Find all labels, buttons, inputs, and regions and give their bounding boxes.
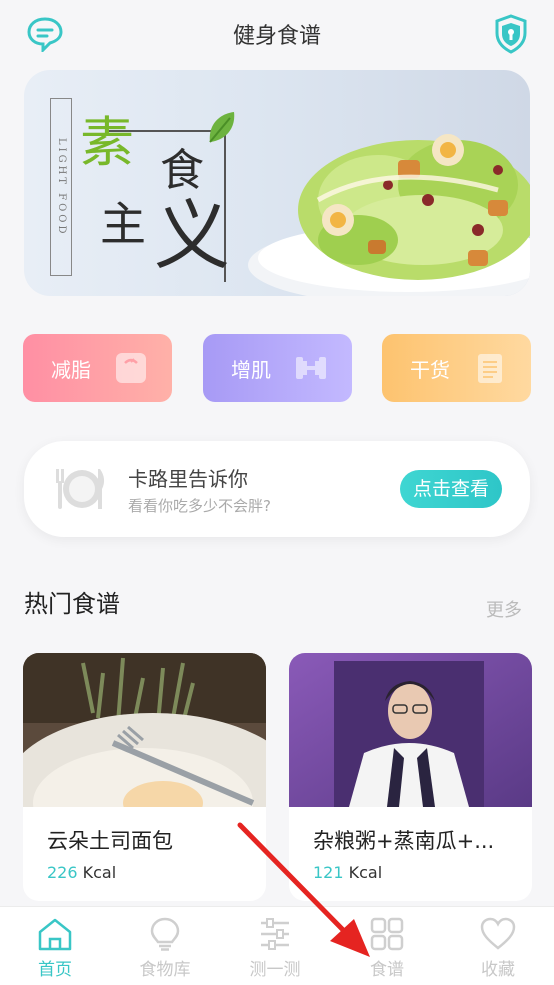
recipe-kcal: 226 Kcal xyxy=(47,863,116,882)
kcal-unit: Kcal xyxy=(82,863,117,882)
nav-item-test[interactable]: 测一测 xyxy=(220,907,330,985)
banner-char-3: 主 xyxy=(100,197,146,251)
calorie-card-title: 卡路里告诉你 xyxy=(128,467,248,491)
home-icon xyxy=(38,918,72,951)
recipe-name: 云朵土司面包 xyxy=(47,829,173,853)
banner-char-4: 义 xyxy=(154,191,230,280)
notepad-icon xyxy=(478,354,502,383)
recipe-name: 杂粮粥+蒸南瓜+... xyxy=(313,829,495,853)
recipe-image xyxy=(23,653,266,807)
shield-icon[interactable] xyxy=(494,14,528,54)
nav-item-recipes[interactable]: 食谱 xyxy=(332,907,442,985)
app-header: 健身食谱 xyxy=(0,0,554,70)
nav-label: 首页 xyxy=(38,960,72,980)
nav-label: 收藏 xyxy=(481,960,515,980)
section-title: 热门食谱 xyxy=(24,590,120,618)
plate-cutlery-icon xyxy=(56,469,105,509)
recipe-image xyxy=(289,653,532,807)
banner-char-1: 素 xyxy=(80,111,134,174)
heart-icon xyxy=(480,917,516,950)
dumbbell-icon xyxy=(296,357,326,379)
category-muscle-button[interactable]: 增肌 xyxy=(203,334,352,402)
page-title: 健身食谱 xyxy=(232,24,321,49)
category-fat-loss-button[interactable]: 减脂 xyxy=(23,334,172,402)
recipe-card[interactable]: 云朵土司面包 226 Kcal xyxy=(23,653,266,901)
calorie-card-subtitle: 看看你吃多少不会胖? xyxy=(128,497,271,515)
kcal-unit: Kcal xyxy=(348,863,383,882)
banner-vertical-text: LIGHT FOOD xyxy=(56,137,67,237)
nav-label: 测一测 xyxy=(249,960,301,980)
view-calorie-button[interactable]: 点击查看 xyxy=(400,470,502,508)
nav-item-home[interactable]: 首页 xyxy=(0,907,110,985)
banner-vertical-frame: LIGHT FOOD xyxy=(50,98,72,276)
kcal-value: 226 xyxy=(47,863,78,882)
sliders-icon xyxy=(261,918,289,950)
grid-icon xyxy=(370,917,404,951)
nav-label: 食谱 xyxy=(370,960,404,980)
nav-label: 食物库 xyxy=(139,960,191,980)
salad-image xyxy=(248,134,530,296)
calorie-card[interactable]: 卡路里告诉你 看看你吃多少不会胖? 点击查看 xyxy=(24,441,530,537)
nav-item-favorites[interactable]: 收藏 xyxy=(443,907,553,985)
recipe-card[interactable]: 杂粮粥+蒸南瓜+... 121 Kcal xyxy=(289,653,532,901)
category-label: 增肌 xyxy=(231,357,271,382)
leaf-icon xyxy=(209,112,235,143)
lightbulb-icon xyxy=(150,917,180,951)
category-label: 减脂 xyxy=(51,357,91,382)
hero-banner[interactable]: LIGHT FOOD 素 食 主 义 xyxy=(24,70,530,296)
category-tips-button[interactable]: 干货 xyxy=(382,334,531,402)
more-link[interactable]: 更多 xyxy=(486,596,522,622)
bottom-nav: 首页 食物库 测一测 食谱 收藏 xyxy=(0,906,554,985)
nav-item-food-library[interactable]: 食物库 xyxy=(110,907,220,985)
kcal-value: 121 xyxy=(313,863,344,882)
recipe-kcal: 121 Kcal xyxy=(313,863,382,882)
category-label: 干货 xyxy=(410,357,450,382)
scale-icon xyxy=(116,353,146,383)
